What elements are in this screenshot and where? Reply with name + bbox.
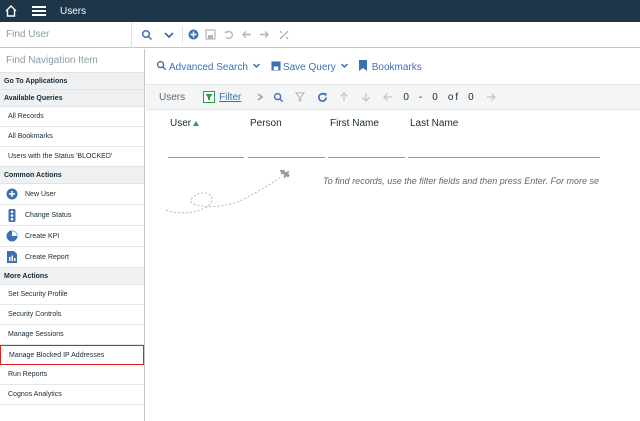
forward-arrow-icon <box>255 22 273 48</box>
filter-icon[interactable] <box>201 87 217 107</box>
chevron-down-icon[interactable] <box>158 22 180 48</box>
action-run-reports[interactable]: Run Reports <box>0 365 144 385</box>
table-header-row: User Person First Name Last Name <box>168 118 608 158</box>
chevron-down-icon <box>340 61 349 73</box>
plus-circle-icon <box>6 188 18 200</box>
column-person[interactable]: Person <box>248 118 328 158</box>
chevron-down-icon <box>252 61 261 73</box>
action-label: Create KPI <box>25 232 60 240</box>
go-to-applications[interactable]: Go To Applications <box>0 73 144 90</box>
first-name-filter-input[interactable] <box>328 157 405 158</box>
chevron-right-icon[interactable] <box>253 87 267 107</box>
undo-icon <box>219 22 237 48</box>
action-new-user[interactable]: New User <box>0 184 144 205</box>
report-icon <box>6 251 18 263</box>
highlight-box[interactable]: Manage Blocked IP Addresses <box>0 345 144 365</box>
action-create-kpi[interactable]: Create KPI <box>0 226 144 247</box>
user-filter-input[interactable] <box>168 157 244 158</box>
pager-total: 0 <box>468 91 476 103</box>
column-header-label[interactable]: User <box>168 118 191 129</box>
search-icon[interactable] <box>136 22 158 48</box>
action-label: New User <box>25 190 56 198</box>
query-users-blocked[interactable]: Users with the Status 'BLOCKED' <box>0 147 144 167</box>
available-queries-heading: Available Queries <box>0 90 144 107</box>
column-user[interactable]: User <box>168 118 248 158</box>
list-toolbar: Users Filter 0 - 0 of 0 <box>146 84 640 110</box>
sort-ascending-icon <box>193 118 200 129</box>
search-icon[interactable] <box>267 87 289 107</box>
column-last-name[interactable]: Last Name <box>408 118 608 158</box>
empty-state-doodle-icon <box>165 169 290 214</box>
action-manage-blocked-ip-addresses[interactable]: Manage Blocked IP Addresses <box>0 345 144 365</box>
person-filter-input[interactable] <box>248 157 325 158</box>
save-query-label: Save Query <box>282 61 336 73</box>
list-title: Users <box>159 91 186 103</box>
app-title: Users <box>60 5 87 17</box>
advanced-search-label: Advanced Search <box>169 61 248 73</box>
find-user-input[interactable]: Find User <box>0 21 132 48</box>
bookmark-icon <box>358 60 367 74</box>
filter-link[interactable]: Filter <box>219 92 241 103</box>
link-icon <box>273 22 295 48</box>
common-actions-heading: Common Actions <box>0 167 144 184</box>
action-set-security-profile[interactable]: Set Security Profile <box>0 285 144 305</box>
navigation-sidebar: Find Navigation Item Go To Applications … <box>0 49 145 421</box>
divider <box>182 25 183 44</box>
more-actions-heading: More Actions <box>0 268 144 285</box>
query-all-records[interactable]: All Records <box>0 107 144 127</box>
column-header-label[interactable]: Last Name <box>408 118 458 129</box>
clear-filter-icon <box>289 87 311 107</box>
add-icon[interactable] <box>185 22 201 48</box>
empty-state-message: To find records, use the filter fields a… <box>323 176 599 186</box>
pager-start: 0 <box>403 91 411 103</box>
column-header-label[interactable]: First Name <box>328 118 379 129</box>
top-bar: Users <box>0 0 640 22</box>
kpi-gauge-icon <box>6 230 18 242</box>
action-manage-sessions[interactable]: Manage Sessions <box>0 325 144 345</box>
find-navigation-item-input[interactable]: Find Navigation Item <box>0 49 144 73</box>
back-arrow-icon <box>237 22 255 48</box>
advanced-search-button[interactable]: Advanced Search <box>156 60 261 74</box>
action-label: Change Status <box>25 211 72 219</box>
query-all-bookmarks[interactable]: All Bookmarks <box>0 127 144 147</box>
action-change-status[interactable]: Change Status <box>0 205 144 226</box>
home-icon[interactable] <box>0 0 22 22</box>
refresh-icon[interactable] <box>311 87 333 107</box>
arrow-up-icon <box>333 87 355 107</box>
action-cognos-analytics[interactable]: Cognos Analytics <box>0 385 144 405</box>
column-first-name[interactable]: First Name <box>328 118 408 158</box>
save-icon <box>201 22 219 48</box>
main-panel: Advanced Search Save Query Bookmarks Use… <box>146 49 640 421</box>
save-icon <box>271 60 281 74</box>
query-toolbar: Advanced Search Save Query Bookmarks <box>156 59 432 75</box>
action-label: Create Report <box>25 253 69 261</box>
search-bar: Find User <box>0 21 640 48</box>
pager-dash: - <box>418 91 425 103</box>
pager-end: 0 <box>432 91 440 103</box>
bookmarks-button[interactable]: Bookmarks <box>358 60 422 74</box>
search-icon <box>156 60 167 74</box>
arrow-down-icon <box>355 87 377 107</box>
traffic-light-icon <box>6 208 18 222</box>
action-create-report[interactable]: Create Report <box>0 247 144 268</box>
column-header-label[interactable]: Person <box>248 118 282 129</box>
previous-page-icon <box>377 87 399 107</box>
next-page-icon <box>480 87 502 107</box>
hamburger-menu-icon[interactable] <box>28 0 50 22</box>
bookmarks-label: Bookmarks <box>371 61 422 73</box>
action-security-controls[interactable]: Security Controls <box>0 305 144 325</box>
pager-of: of <box>447 91 461 103</box>
save-query-button[interactable]: Save Query <box>271 60 349 74</box>
last-name-filter-input[interactable] <box>408 157 600 158</box>
